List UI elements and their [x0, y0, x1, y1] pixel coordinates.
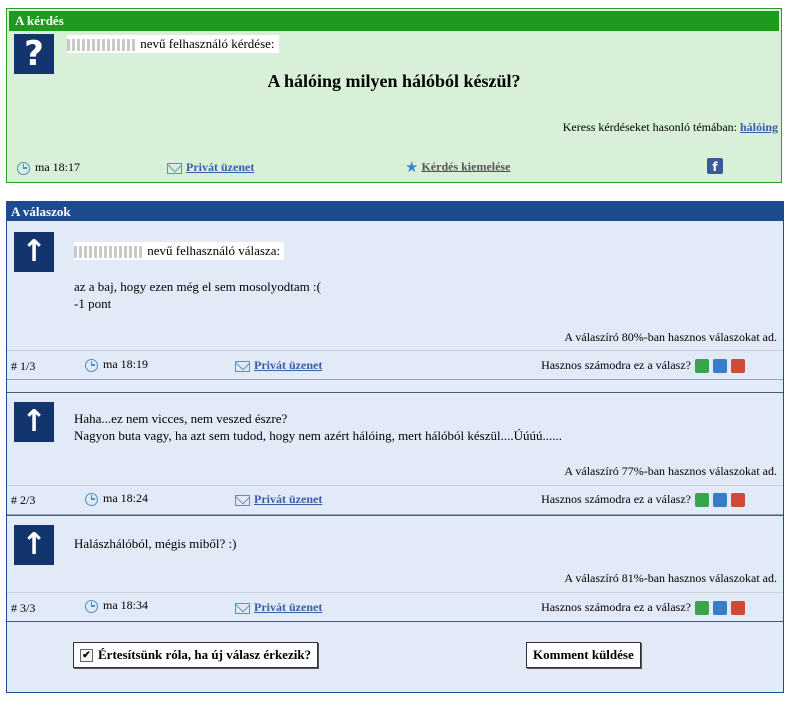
private-message-link[interactable]: Privát üzenet	[254, 600, 322, 614]
answer-line: Halászhálóból, mégis miből? :)	[74, 536, 237, 551]
blurred-username	[67, 39, 137, 52]
answer-time-text: ma 18:19	[103, 357, 148, 371]
answerer-useful-rate: A válaszíró 80%-ban hasznos válaszokat a…	[564, 330, 777, 344]
answer-divider	[7, 621, 783, 622]
answer-private-message[interactable]: Privát üzenet	[235, 358, 322, 373]
answer-private-message[interactable]: Privát üzenet	[235, 492, 322, 507]
vote-area: Hasznos számodra ez a válasz?	[541, 492, 745, 507]
answer-number: # 1/3	[11, 359, 36, 373]
facebook-share[interactable]: f	[707, 158, 723, 175]
question-header: A kérdés	[9, 11, 779, 31]
answer-footer: # 3/3 ma 18:34 Privát üzenet Hasznos szá…	[7, 592, 783, 622]
answer-avatar: ↑	[14, 402, 54, 442]
clock-icon	[17, 161, 30, 175]
thumbs-up-icon[interactable]	[695, 358, 709, 373]
thumbs-neutral-icon[interactable]	[713, 600, 727, 615]
answer-footer: # 1/3 ma 18:19 Privát üzenet Hasznos szá…	[7, 350, 783, 380]
question-time: ma 18:17	[17, 160, 80, 175]
notify-checkbox-button[interactable]: ✔ Értesítsünk róla, ha új válasz érkezik…	[73, 642, 319, 668]
answer-line: Nagyon buta vagy, ha azt sem tudod, hogy…	[74, 428, 562, 443]
answer-user-line: nevű felhasználó válasza:	[74, 242, 285, 260]
thumbs-up-icon[interactable]	[695, 492, 709, 507]
question-avatar: ?	[14, 34, 54, 74]
answer-footer: # 2/3 ma 18:24 Privát üzenet Hasznos szá…	[7, 485, 783, 515]
thumbs-up-icon[interactable]	[695, 600, 709, 615]
similar-search-label: Keress kérdéseket hasonló témában:	[562, 120, 737, 134]
answer-avatar: ↑	[14, 525, 54, 565]
thumbs-neutral-icon[interactable]	[713, 358, 727, 373]
envelope-icon	[235, 360, 250, 372]
similar-search: Keress kérdéseket hasonló témában: hálói…	[563, 120, 778, 135]
similar-tag-link[interactable]: hálóing	[740, 120, 778, 134]
envelope-icon	[235, 602, 250, 614]
answer-user-suffix: nevű felhasználó válasza:	[147, 243, 281, 258]
answer-time: ma 18:24	[85, 491, 148, 506]
thumbs-down-icon[interactable]	[731, 600, 745, 615]
clock-icon	[85, 358, 98, 372]
checkbox[interactable]: ✔	[80, 648, 93, 662]
question-mark-icon: ?	[24, 34, 44, 74]
up-arrow-icon: ↑	[21, 404, 47, 439]
up-arrow-icon: ↑	[21, 234, 47, 269]
question-title: A hálóing milyen hálóból készül?	[267, 71, 521, 91]
useful-question: Hasznos számodra ez a válasz?	[541, 600, 691, 614]
answer-time: ma 18:34	[85, 598, 148, 613]
answer-line: az a baj, hogy ezen még el sem mosolyodt…	[74, 279, 321, 294]
facebook-icon[interactable]: f	[707, 158, 723, 174]
clock-icon	[85, 492, 98, 506]
answers-header: A válaszok	[7, 202, 783, 221]
answer-avatar: ↑	[14, 232, 54, 272]
answer-text: Haha...ez nem vicces, nem veszed észre? …	[74, 410, 562, 444]
notify-label: Értesítsünk róla, ha új válasz érkezik?	[98, 647, 312, 662]
vote-area: Hasznos számodra ez a válasz?	[541, 358, 745, 373]
envelope-icon	[167, 162, 182, 174]
star-icon: ★	[405, 160, 419, 176]
question-box: A kérdés ? nevű felhasználó kérdése: A h…	[6, 8, 782, 183]
answer-time-text: ma 18:24	[103, 491, 148, 505]
answerer-useful-rate: A válaszíró 81%-ban hasznos válaszokat a…	[564, 571, 777, 585]
question-user-suffix: nevű felhasználó kérdése:	[140, 36, 275, 51]
private-message-link[interactable]: Privát üzenet	[254, 358, 322, 372]
answer-number: # 3/3	[11, 601, 36, 615]
highlight-link[interactable]: Kérdés kiemelése	[421, 159, 510, 173]
answer-line: Haha...ez nem vicces, nem veszed észre?	[74, 411, 288, 426]
highlight-question[interactable]: ★ Kérdés kiemelése	[405, 158, 510, 177]
thumbs-down-icon[interactable]	[731, 492, 745, 507]
answerer-useful-rate: A válaszíró 77%-ban hasznos válaszokat a…	[564, 464, 777, 478]
answer-text: Halászhálóból, mégis miből? :)	[74, 535, 236, 552]
vote-area: Hasznos számodra ez a válasz?	[541, 600, 745, 615]
up-arrow-icon: ↑	[21, 527, 47, 562]
answer-time: ma 18:19	[85, 357, 148, 372]
question-user-line: nevű felhasználó kérdése:	[67, 35, 279, 53]
answer-divider	[7, 392, 783, 393]
blurred-username	[74, 246, 144, 259]
answers-box: A válaszok ↑ nevű felhasználó válasza: a…	[6, 201, 784, 693]
useful-question: Hasznos számodra ez a válasz?	[541, 358, 691, 372]
private-message-link[interactable]: Privát üzenet	[186, 160, 254, 174]
useful-question: Hasznos számodra ez a válasz?	[541, 492, 691, 506]
comment-send-label: Komment küldése	[533, 647, 634, 662]
answer-private-message[interactable]: Privát üzenet	[235, 600, 322, 615]
comment-send-button[interactable]: Komment küldése	[526, 642, 641, 668]
answer-line: -1 pont	[74, 296, 112, 311]
answer-divider	[7, 515, 783, 516]
private-message-link[interactable]: Privát üzenet	[254, 492, 322, 506]
clock-icon	[85, 599, 98, 613]
question-private-message[interactable]: Privát üzenet	[167, 160, 254, 175]
envelope-icon	[235, 494, 250, 506]
answer-text: az a baj, hogy ezen még el sem mosolyodt…	[74, 278, 321, 312]
answer-number: # 2/3	[11, 493, 36, 507]
thumbs-down-icon[interactable]	[731, 358, 745, 373]
question-time-text: ma 18:17	[35, 160, 80, 174]
thumbs-neutral-icon[interactable]	[713, 492, 727, 507]
answer-time-text: ma 18:34	[103, 598, 148, 612]
